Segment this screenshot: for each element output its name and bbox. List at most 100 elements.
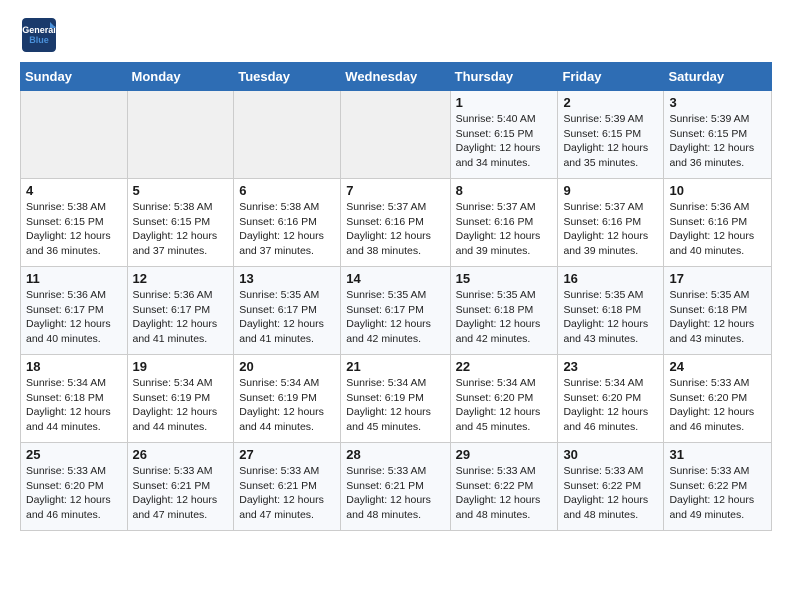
day-number: 8 [456, 183, 553, 198]
day-detail: Sunrise: 5:36 AMSunset: 6:17 PMDaylight:… [26, 288, 122, 347]
calendar-cell: 24 Sunrise: 5:33 AMSunset: 6:20 PMDayligh… [664, 355, 772, 443]
day-number: 26 [133, 447, 229, 462]
day-number: 20 [239, 359, 335, 374]
day-number: 24 [669, 359, 766, 374]
calendar-cell: 31Sunrise: 5:33 AMSunset: 6:22 PMDayligh… [664, 443, 772, 531]
calendar-cell: 26 Sunrise: 5:33 AMSunset: 6:21 PMDayligh… [127, 443, 234, 531]
calendar-cell: 18 Sunrise: 5:34 AMSunset: 6:18 PMDayligh… [21, 355, 128, 443]
calendar-cell: 20 Sunrise: 5:34 AMSunset: 6:19 PMDayligh… [234, 355, 341, 443]
day-detail: Sunrise: 5:40 AMSunset: 6:15 PMDaylight:… [456, 112, 553, 171]
day-number: 13 [239, 271, 335, 286]
day-number: 14 [346, 271, 444, 286]
day-number: 12 [133, 271, 229, 286]
header-friday: Friday [558, 63, 664, 91]
day-detail: Sunrise: 5:37 AMSunset: 6:16 PMDaylight:… [346, 200, 444, 259]
day-number: 4 [26, 183, 122, 198]
logo: General Blue [20, 16, 58, 54]
calendar-cell: 11Sunrise: 5:36 AMSunset: 6:17 PMDayligh… [21, 267, 128, 355]
day-detail: Sunrise: 5:34 AMSunset: 6:18 PMDaylight:… [26, 376, 122, 435]
calendar-cell: 25 Sunrise: 5:33 AMSunset: 6:20 PMDayligh… [21, 443, 128, 531]
calendar-cell: 28 Sunrise: 5:33 AMSunset: 6:21 PMDayligh… [341, 443, 450, 531]
day-detail: Sunrise: 5:39 AMSunset: 6:15 PMDaylight:… [669, 112, 766, 171]
day-detail: Sunrise: 5:36 AMSunset: 6:17 PMDaylight:… [133, 288, 229, 347]
calendar-cell [21, 91, 128, 179]
header-wednesday: Wednesday [341, 63, 450, 91]
calendar-cell: 10 Sunrise: 5:36 AMSunset: 6:16 PMDayligh… [664, 179, 772, 267]
day-detail: Sunrise: 5:38 AMSunset: 6:16 PMDaylight:… [239, 200, 335, 259]
day-detail: Sunrise: 5:37 AMSunset: 6:16 PMDaylight:… [563, 200, 658, 259]
calendar-cell: 2 Sunrise: 5:39 AMSunset: 6:15 PMDaylight… [558, 91, 664, 179]
calendar-cell: 27 Sunrise: 5:33 AMSunset: 6:21 PMDayligh… [234, 443, 341, 531]
day-number: 28 [346, 447, 444, 462]
day-number: 29 [456, 447, 553, 462]
calendar-cell: 12 Sunrise: 5:36 AMSunset: 6:17 PMDayligh… [127, 267, 234, 355]
day-detail: Sunrise: 5:38 AMSunset: 6:15 PMDaylight:… [133, 200, 229, 259]
day-number: 23 [563, 359, 658, 374]
day-number: 31 [669, 447, 766, 462]
day-number: 19 [133, 359, 229, 374]
calendar-cell [341, 91, 450, 179]
day-detail: Sunrise: 5:35 AMSunset: 6:18 PMDaylight:… [669, 288, 766, 347]
calendar-cell: 19Sunrise: 5:34 AMSunset: 6:19 PMDayligh… [127, 355, 234, 443]
calendar-cell: 8 Sunrise: 5:37 AMSunset: 6:16 PMDaylight… [450, 179, 558, 267]
day-number: 18 [26, 359, 122, 374]
calendar-cell: 3 Sunrise: 5:39 AMSunset: 6:15 PMDaylight… [664, 91, 772, 179]
day-detail: Sunrise: 5:34 AMSunset: 6:19 PMDaylight:… [239, 376, 335, 435]
calendar-cell: 16Sunrise: 5:35 AMSunset: 6:18 PMDayligh… [558, 267, 664, 355]
day-detail: Sunrise: 5:34 AMSunset: 6:20 PMDaylight:… [563, 376, 658, 435]
header-tuesday: Tuesday [234, 63, 341, 91]
calendar-cell: 13 Sunrise: 5:35 AMSunset: 6:17 PMDayligh… [234, 267, 341, 355]
day-detail: Sunrise: 5:33 AMSunset: 6:21 PMDaylight:… [239, 464, 335, 523]
day-number: 1 [456, 95, 553, 110]
calendar-cell: 1 Sunrise: 5:40 AMSunset: 6:15 PMDaylight… [450, 91, 558, 179]
day-number: 3 [669, 95, 766, 110]
svg-text:Blue: Blue [29, 35, 49, 45]
day-detail: Sunrise: 5:39 AMSunset: 6:15 PMDaylight:… [563, 112, 658, 171]
day-detail: Sunrise: 5:36 AMSunset: 6:16 PMDaylight:… [669, 200, 766, 259]
header-saturday: Saturday [664, 63, 772, 91]
day-number: 30 [563, 447, 658, 462]
day-number: 2 [563, 95, 658, 110]
calendar-cell: 5 Sunrise: 5:38 AMSunset: 6:15 PMDaylight… [127, 179, 234, 267]
calendar-cell [127, 91, 234, 179]
day-number: 22 [456, 359, 553, 374]
day-detail: Sunrise: 5:33 AMSunset: 6:22 PMDaylight:… [563, 464, 658, 523]
day-number: 7 [346, 183, 444, 198]
day-number: 15 [456, 271, 553, 286]
day-number: 17 [669, 271, 766, 286]
day-number: 6 [239, 183, 335, 198]
day-detail: Sunrise: 5:38 AMSunset: 6:15 PMDaylight:… [26, 200, 122, 259]
day-number: 9 [563, 183, 658, 198]
day-detail: Sunrise: 5:33 AMSunset: 6:21 PMDaylight:… [346, 464, 444, 523]
day-detail: Sunrise: 5:35 AMSunset: 6:17 PMDaylight:… [239, 288, 335, 347]
day-detail: Sunrise: 5:33 AMSunset: 6:21 PMDaylight:… [133, 464, 229, 523]
day-number: 10 [669, 183, 766, 198]
day-detail: Sunrise: 5:33 AMSunset: 6:20 PMDaylight:… [26, 464, 122, 523]
logo-icon: General Blue [20, 16, 58, 54]
header-monday: Monday [127, 63, 234, 91]
calendar-cell: 6 Sunrise: 5:38 AMSunset: 6:16 PMDaylight… [234, 179, 341, 267]
day-detail: Sunrise: 5:33 AMSunset: 6:20 PMDaylight:… [669, 376, 766, 435]
header-thursday: Thursday [450, 63, 558, 91]
calendar-cell: 30 Sunrise: 5:33 AMSunset: 6:22 PMDayligh… [558, 443, 664, 531]
calendar-cell: 21 Sunrise: 5:34 AMSunset: 6:19 PMDayligh… [341, 355, 450, 443]
day-detail: Sunrise: 5:34 AMSunset: 6:19 PMDaylight:… [346, 376, 444, 435]
day-detail: Sunrise: 5:37 AMSunset: 6:16 PMDaylight:… [456, 200, 553, 259]
day-number: 27 [239, 447, 335, 462]
calendar-cell: 7 Sunrise: 5:37 AMSunset: 6:16 PMDaylight… [341, 179, 450, 267]
calendar-cell: 29Sunrise: 5:33 AMSunset: 6:22 PMDayligh… [450, 443, 558, 531]
day-number: 5 [133, 183, 229, 198]
calendar-table: SundayMondayTuesdayWednesdayThursdayFrid… [20, 62, 772, 531]
day-number: 25 [26, 447, 122, 462]
calendar-cell: 22Sunrise: 5:34 AMSunset: 6:20 PMDayligh… [450, 355, 558, 443]
calendar-cell: 23 Sunrise: 5:34 AMSunset: 6:20 PMDayligh… [558, 355, 664, 443]
calendar-cell: 9 Sunrise: 5:37 AMSunset: 6:16 PMDaylight… [558, 179, 664, 267]
calendar-cell [234, 91, 341, 179]
day-number: 16 [563, 271, 658, 286]
calendar-cell: 4 Sunrise: 5:38 AMSunset: 6:15 PMDaylight… [21, 179, 128, 267]
calendar-cell: 15 Sunrise: 5:35 AMSunset: 6:18 PMDayligh… [450, 267, 558, 355]
day-number: 21 [346, 359, 444, 374]
header-sunday: Sunday [21, 63, 128, 91]
day-detail: Sunrise: 5:35 AMSunset: 6:17 PMDaylight:… [346, 288, 444, 347]
day-detail: Sunrise: 5:35 AMSunset: 6:18 PMDaylight:… [456, 288, 553, 347]
